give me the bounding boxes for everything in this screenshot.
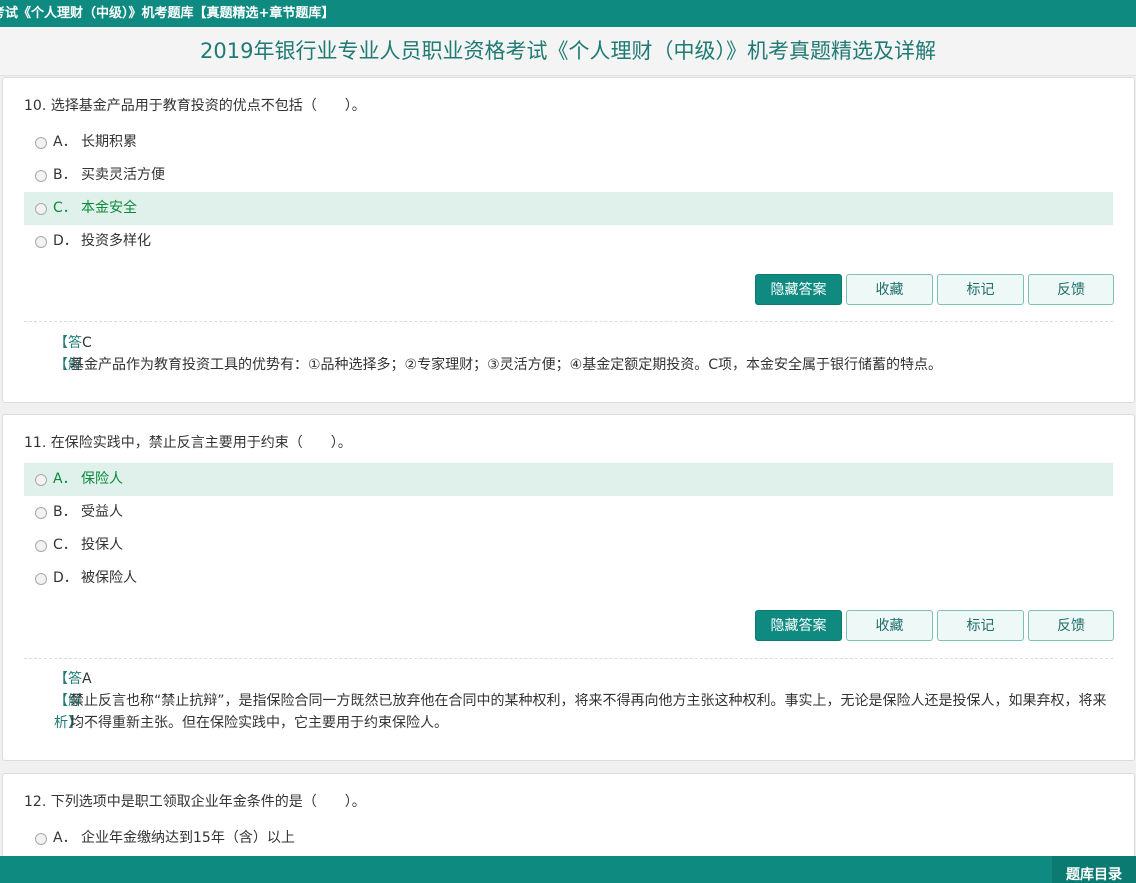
- question-card-10: 10. 选择基金产品用于教育投资的优点不包括（ ）。 A． 长期积累 B． 买卖…: [2, 77, 1135, 403]
- radio-button[interactable]: [35, 236, 47, 248]
- divider: [24, 321, 1113, 322]
- option-text: 本金安全: [81, 200, 137, 216]
- feedback-button[interactable]: 反馈: [1028, 274, 1114, 305]
- question-card-11: 11. 在保险实践中，禁止反言主要用于约束（ ）。 A． 保险人 B． 受益人 …: [2, 414, 1135, 761]
- option-letter: A．: [53, 134, 77, 150]
- explanation-text: 禁止反言也称“禁止抗辩”，是指保险合同一方既然已放弃他在合同中的某种权利，将来不…: [70, 693, 1107, 731]
- page-title: 2019年银行业专业人员职业资格考试《个人理财（中级）》机考真题精选及详解: [0, 27, 1136, 76]
- answer-label: 【答: [54, 671, 82, 687]
- option-d[interactable]: D． 被保险人: [24, 562, 1113, 595]
- radio-button[interactable]: [35, 137, 47, 149]
- option-text: 投保人: [81, 537, 123, 553]
- bottom-bar: 题库目录: [0, 856, 1136, 883]
- option-a[interactable]: A． 企业年金缴纳达到15年（含）以上: [24, 822, 1113, 855]
- answer-value: C: [82, 335, 92, 351]
- option-letter: D．: [53, 570, 78, 586]
- option-text: 被保险人: [81, 570, 137, 586]
- radio-button[interactable]: [35, 474, 47, 486]
- answer-label: 【答: [54, 335, 82, 351]
- question-list[interactable]: 10. 选择基金产品用于教育投资的优点不包括（ ）。 A． 长期积累 B． 买卖…: [0, 77, 1136, 856]
- question-title: 10. 选择基金产品用于教育投资的优点不包括（ ）。: [24, 98, 366, 114]
- option-text: 企业年金缴纳达到15年（含）以上: [81, 830, 295, 846]
- option-text: 受益人: [81, 504, 123, 520]
- answer-line: 【答A: [54, 668, 92, 690]
- option-text: 买卖灵活方便: [81, 167, 165, 183]
- mark-button[interactable]: 标记: [937, 274, 1024, 305]
- favorite-button[interactable]: 收藏: [846, 274, 933, 305]
- radio-button[interactable]: [35, 170, 47, 182]
- option-c-correct[interactable]: C． 本金安全: [24, 192, 1113, 225]
- question-title: 12. 下列选项中是职工领取企业年金条件的是（ ）。: [24, 794, 366, 810]
- explanation-text: 基金产品作为教育投资工具的优势有：①品种选择多；②专家理财；③灵活方便；④基金定…: [70, 357, 942, 373]
- feedback-button[interactable]: 反馈: [1028, 610, 1114, 641]
- radio-button[interactable]: [35, 573, 47, 585]
- option-c[interactable]: C． 投保人: [24, 529, 1113, 562]
- question-card-12: 12. 下列选项中是职工领取企业年金条件的是（ ）。 A． 企业年金缴纳达到15…: [2, 773, 1135, 856]
- catalog-button[interactable]: 题库目录: [1052, 856, 1136, 883]
- option-d[interactable]: D． 投资多样化: [24, 225, 1113, 258]
- option-letter: B．: [53, 167, 77, 183]
- question-title: 11. 在保险实践中，禁止反言主要用于约束（ ）。: [24, 435, 352, 451]
- answer-line: 【答C: [54, 332, 92, 354]
- answer-value: A: [82, 671, 92, 687]
- top-breadcrumb-bar: 考试《个人理财（中级）》机考题库【真题精选+章节题库】: [0, 0, 1136, 27]
- option-a-correct[interactable]: A． 保险人: [24, 463, 1113, 496]
- radio-button[interactable]: [35, 540, 47, 552]
- favorite-button[interactable]: 收藏: [846, 610, 933, 641]
- option-text: 投资多样化: [81, 233, 151, 249]
- option-text: 长期积累: [81, 134, 137, 150]
- radio-button[interactable]: [35, 833, 47, 845]
- radio-button[interactable]: [35, 203, 47, 215]
- explanation: 【解 基金产品作为教育投资工具的优势有：①品种选择多；②专家理财；③灵活方便；④…: [54, 354, 1114, 376]
- option-b[interactable]: B． 买卖灵活方便: [24, 159, 1113, 192]
- explanation: 【解 析】 禁止反言也称“禁止抗辩”，是指保险合同一方既然已放弃他在合同中的某种…: [54, 690, 1114, 734]
- option-letter: A．: [53, 471, 77, 487]
- hide-answer-button[interactable]: 隐藏答案: [755, 610, 842, 641]
- option-b[interactable]: B． 受益人: [24, 496, 1113, 529]
- mark-button[interactable]: 标记: [937, 610, 1024, 641]
- option-letter: A．: [53, 830, 77, 846]
- divider: [24, 658, 1113, 659]
- option-letter: D．: [53, 233, 78, 249]
- breadcrumb: 考试《个人理财（中级）》机考题库【真题精选+章节题库】: [0, 6, 335, 21]
- radio-button[interactable]: [35, 507, 47, 519]
- option-letter: B．: [53, 504, 77, 520]
- option-text: 保险人: [81, 471, 123, 487]
- option-letter: C．: [53, 537, 77, 553]
- option-a[interactable]: A． 长期积累: [24, 126, 1113, 159]
- option-letter: C．: [53, 200, 77, 216]
- hide-answer-button[interactable]: 隐藏答案: [755, 274, 842, 305]
